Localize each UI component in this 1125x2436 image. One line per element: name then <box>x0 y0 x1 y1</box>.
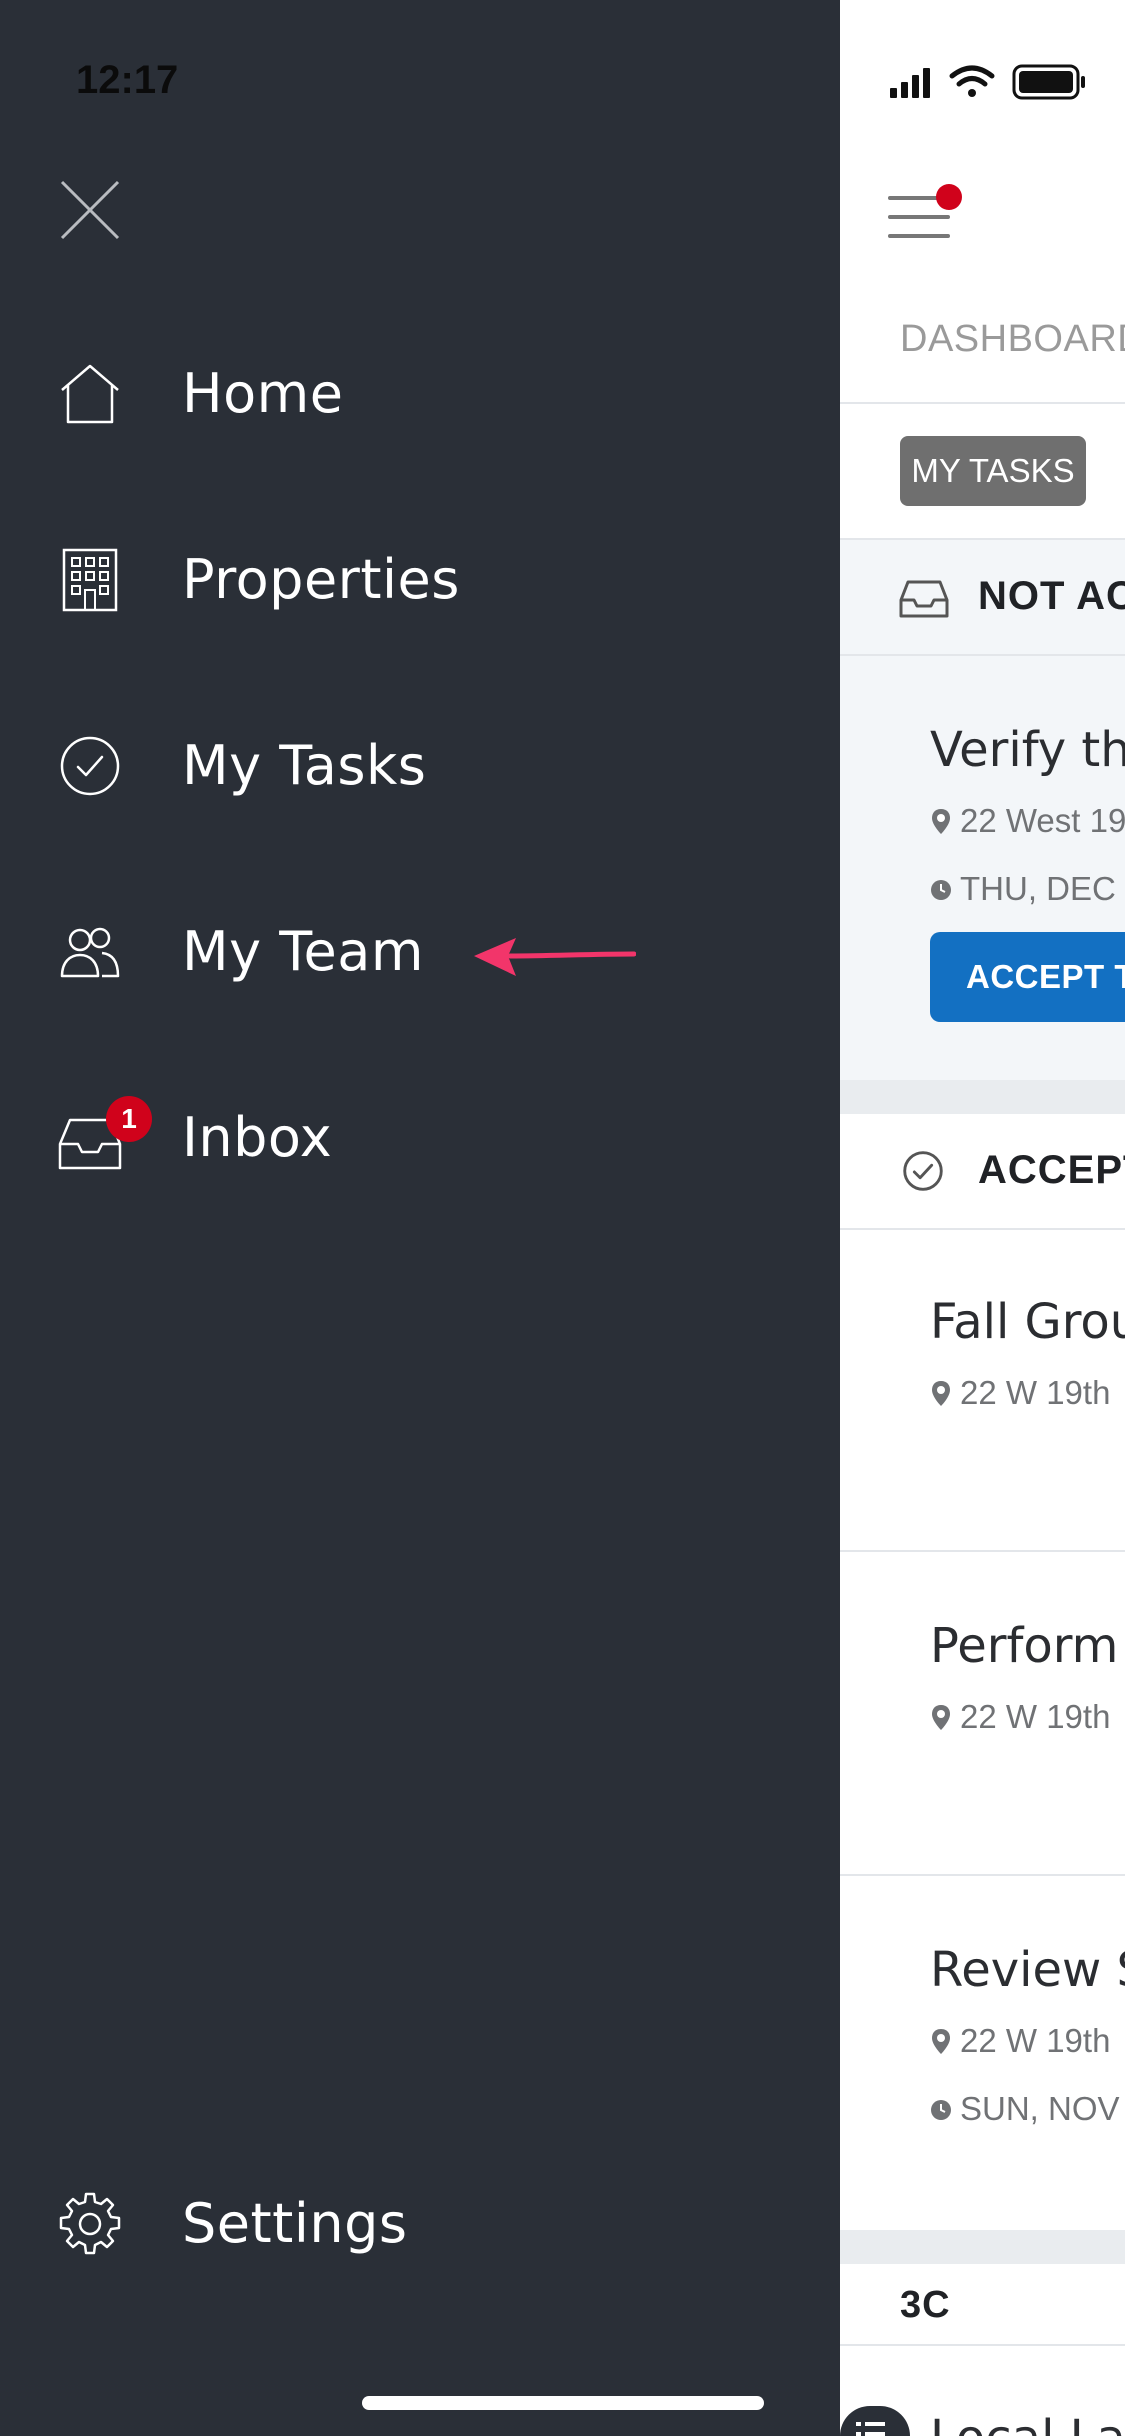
dashboard-panel: DASHBOARD MY TASKS NOT ACCEPTED Verify t… <box>840 0 1125 2436</box>
nav-item-settings[interactable]: Settings <box>0 2148 840 2298</box>
nav-item-my-team[interactable]: My Team <box>0 876 840 1026</box>
home-icon <box>61 364 119 424</box>
task-card[interactable]: Fall Grou 22 W 19th <box>840 1230 1125 1550</box>
map-pin-icon <box>932 2029 950 2054</box>
section-spacer <box>840 2230 1125 2264</box>
section-title: 3C <box>900 2284 951 2326</box>
nav-item-label: My Team <box>182 920 424 983</box>
nav-item-label: Settings <box>182 2192 408 2255</box>
nav-item-label: Inbox <box>182 1106 333 1169</box>
close-drawer-button[interactable] <box>56 176 124 244</box>
task-date: SUN, NOV <box>930 2090 1120 2128</box>
task-title: Perform <box>930 1618 1119 1674</box>
nav-item-properties[interactable]: Properties <box>0 504 840 654</box>
section-not-accepted: NOT ACCEPTED <box>840 540 1125 654</box>
clock-icon <box>931 2100 951 2120</box>
clock-icon <box>931 880 951 900</box>
building-icon <box>62 548 118 612</box>
gear-icon <box>59 2192 121 2255</box>
my-tasks-filter-chip[interactable]: MY TASKS <box>900 436 1086 506</box>
task-title: Review S <box>930 1942 1125 1998</box>
section-title: NOT ACCEPTED <box>978 574 1125 618</box>
page-title: DASHBOARD <box>900 318 1125 360</box>
notification-dot <box>936 184 962 210</box>
task-address: 22 W 19th <box>930 1374 1110 1412</box>
check-circle-icon <box>60 736 120 796</box>
task-title: Fall Grou <box>930 1294 1125 1350</box>
map-pin-icon <box>932 1705 950 1730</box>
map-pin-icon <box>932 809 950 834</box>
check-circle-icon <box>903 1151 943 1191</box>
divider <box>840 402 1125 404</box>
task-title: Verify tha <box>930 722 1125 778</box>
task-address: 22 W 19th <box>930 2022 1110 2060</box>
task-card[interactable]: Perform 22 W 19th <box>840 1552 1125 1874</box>
inbox-badge: 1 <box>106 1096 152 1142</box>
status-time: 12:17 <box>76 58 179 102</box>
close-icon <box>60 180 120 240</box>
inbox-icon <box>899 580 949 618</box>
section-accepted: ACCEPTED <box>840 1114 1125 1228</box>
task-title: Local Law <box>930 2410 1125 2436</box>
pointer-arrow-icon <box>474 938 636 976</box>
nav-item-home[interactable]: Home <box>0 318 840 468</box>
section-3c: 3C <box>840 2264 1125 2344</box>
nav-item-label: My Tasks <box>182 734 427 797</box>
users-icon <box>60 927 120 978</box>
navigation-drawer: 12:17 Home Properties My Tasks My Team I… <box>0 0 840 2436</box>
map-pin-icon <box>932 1381 950 1406</box>
task-date: THU, DEC 1 <box>930 870 1125 908</box>
section-spacer <box>840 1080 1125 1114</box>
nav-item-label: Home <box>182 362 344 425</box>
home-indicator <box>362 2396 764 2410</box>
battery-icon <box>1012 64 1085 100</box>
signal-icon <box>890 68 930 98</box>
list-icon <box>856 2422 885 2436</box>
task-address: 22 West 19 <box>930 802 1125 840</box>
wifi-icon <box>949 65 995 87</box>
task-card[interactable]: Review S 22 W 19th SUN, NOV <box>840 1876 1125 2230</box>
section-title: ACCEPTED <box>978 1148 1125 1192</box>
nav-item-my-tasks[interactable]: My Tasks <box>0 690 840 840</box>
status-bar-icons <box>890 64 1085 100</box>
task-address: 22 W 19th <box>930 1698 1110 1736</box>
accept-task-button[interactable]: ACCEPT TA <box>930 932 1125 1022</box>
nav-item-label: Properties <box>182 548 460 611</box>
